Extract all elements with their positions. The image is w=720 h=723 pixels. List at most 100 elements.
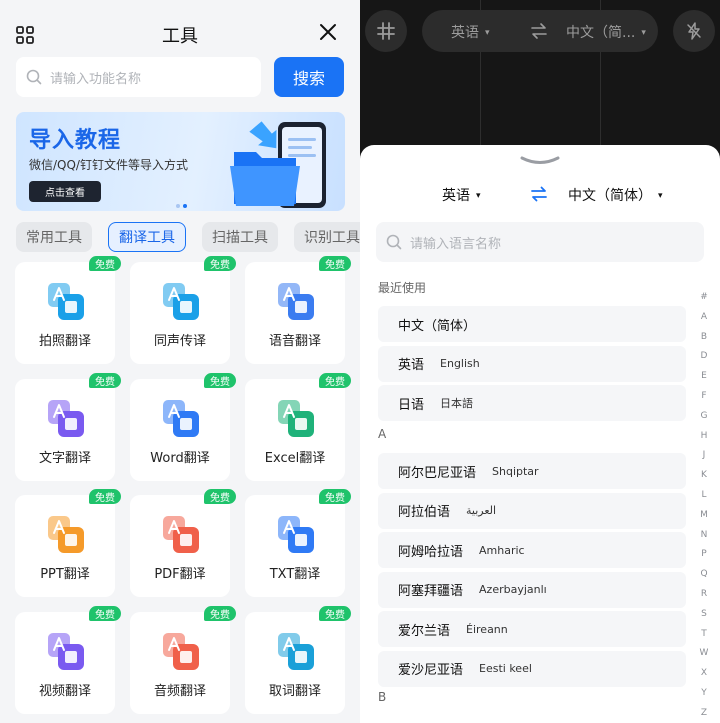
index-letter[interactable]: Z (696, 704, 712, 723)
tool-card-label: PPT翻译 (40, 567, 90, 582)
free-badge: 免费 (204, 489, 236, 504)
index-letter[interactable]: L (696, 486, 712, 506)
txt-translate-icon (278, 516, 314, 553)
index-letter[interactable]: P (696, 545, 712, 565)
free-badge: 免费 (204, 256, 236, 271)
language-name-cn: 阿拉伯语 (398, 505, 451, 520)
camera-translate-icon (48, 283, 84, 320)
search-placeholder: 请输入功能名称 (50, 71, 142, 87)
index-letter[interactable]: M (696, 506, 712, 526)
word-translate-icon (163, 400, 199, 437)
language-switch-bar[interactable]: 英语 ▾ 中文（简... ▾ (422, 10, 658, 52)
language-row[interactable]: 英语 English (378, 345, 686, 382)
flash-off-button[interactable] (673, 10, 715, 52)
chevron-down-icon: ▾ (658, 191, 663, 201)
index-letter[interactable]: # (696, 288, 712, 308)
language-name-native: English (440, 357, 480, 370)
sheet-collapse-handle-icon[interactable] (520, 155, 560, 165)
tab-recognize-tools[interactable]: 识别工具 (294, 222, 360, 252)
alphabet-index[interactable]: # A B D E F G H J K L M N P Q R S T W X Y Z (696, 288, 712, 723)
ppt-translate-icon (48, 516, 84, 553)
language-row[interactable]: 爱沙尼亚语 Eesti keel (378, 650, 686, 687)
language-row[interactable]: 中文（简体） (378, 306, 686, 342)
free-badge: 免费 (319, 256, 351, 271)
topbar-source-lang[interactable]: 英语 ▾ (451, 22, 490, 42)
language-row[interactable]: 阿尔巴尼亚语 Shqiptar (378, 453, 686, 489)
index-letter[interactable]: S (696, 605, 712, 625)
index-letter[interactable]: Y (696, 684, 712, 704)
close-icon[interactable] (318, 22, 338, 42)
simultaneous-interpret-icon (163, 283, 199, 320)
index-letter[interactable]: G (696, 407, 712, 427)
language-name-native: Eesti keel (479, 662, 532, 675)
tool-card[interactable]: 语音翻译 免费 (245, 256, 351, 364)
index-letter[interactable]: N (696, 526, 712, 546)
tool-card[interactable]: 取词翻译 免费 (245, 606, 351, 714)
tab-scan-tools[interactable]: 扫描工具 (202, 222, 278, 252)
index-letter[interactable]: J (696, 446, 712, 466)
language-name-cn: 中文（简体） (398, 318, 477, 334)
grid-toggle-button[interactable] (365, 10, 407, 52)
tool-category-tabs: 常用工具 翻译工具 扫描工具 识别工具 (16, 222, 360, 252)
index-letter[interactable]: D (696, 347, 712, 367)
index-letter[interactable]: W (696, 644, 712, 664)
index-letter[interactable]: X (696, 664, 712, 684)
source-language-selector[interactable]: 英语 ▾ (442, 185, 481, 205)
index-letter[interactable]: K (696, 466, 712, 486)
tool-card-label: 语音翻译 (268, 334, 321, 349)
language-name-cn: 日语 (398, 397, 425, 413)
index-letter[interactable]: R (696, 585, 712, 605)
index-letter[interactable]: A (696, 308, 712, 328)
index-letter[interactable]: B (696, 328, 712, 348)
tool-card[interactable]: 文字翻译 免费 (15, 373, 121, 481)
index-letter[interactable]: Q (696, 565, 712, 585)
language-search-input[interactable]: 请输入语言名称 (376, 222, 704, 262)
tool-card[interactable]: 视频翻译 免费 (15, 606, 121, 714)
tool-card[interactable]: TXT翻译 免费 (245, 489, 351, 597)
hashtag-grid-icon (377, 22, 395, 40)
index-letter[interactable]: H (696, 427, 712, 447)
chevron-down-icon: ▾ (476, 191, 481, 201)
free-badge: 免费 (204, 606, 236, 621)
tab-translate-tools[interactable]: 翻译工具 (108, 222, 186, 252)
index-letter[interactable]: E (696, 367, 712, 387)
voice-translate-icon (278, 283, 314, 320)
language-row[interactable]: 阿拉伯语 العربية (378, 492, 686, 529)
language-search-placeholder: 请输入语言名称 (410, 236, 502, 252)
swap-icon[interactable] (530, 22, 548, 40)
language-row[interactable]: 阿姆哈拉语 Amharic (378, 532, 686, 568)
free-badge: 免费 (89, 606, 121, 621)
language-sheet: 英语 ▾ 中文（简体） ▾ 请输入语言名称 最近使用 中文（简体） 英语 English… (360, 145, 720, 723)
tool-card[interactable]: PPT翻译 免费 (15, 489, 121, 597)
language-row[interactable]: 阿塞拜疆语 Azerbayjanlı (378, 571, 686, 608)
free-badge: 免费 (89, 373, 121, 388)
tool-card-label: PDF翻译 (154, 567, 206, 582)
tool-card[interactable]: 音频翻译 免费 (130, 606, 236, 714)
free-badge: 免费 (89, 489, 121, 504)
chevron-down-icon: ▾ (641, 28, 646, 38)
language-name-cn: 爱沙尼亚语 (398, 663, 464, 678)
topbar-target-lang[interactable]: 中文（简... ▾ (566, 22, 646, 42)
tool-card[interactable]: 同声传译 免费 (130, 256, 236, 364)
search-button[interactable]: 搜索 (274, 57, 344, 97)
tool-card[interactable]: 拍照翻译 免费 (15, 256, 121, 364)
language-name-native: Azerbayjanlı (479, 583, 547, 596)
index-letter[interactable]: T (696, 625, 712, 645)
tool-card-label: 同声传译 (153, 334, 206, 349)
section-letter-b: B (378, 690, 387, 704)
language-row[interactable]: 日语 日本語 (378, 385, 686, 421)
tool-card-label: TXT翻译 (269, 567, 321, 582)
swap-languages-icon[interactable] (531, 186, 547, 202)
folder-phone-illustration-icon (230, 121, 326, 208)
tool-card[interactable]: Word翻译 免费 (130, 373, 236, 481)
index-letter[interactable]: F (696, 387, 712, 407)
tool-card[interactable]: Excel翻译 免费 (245, 373, 351, 481)
target-language-selector[interactable]: 中文（简体） ▾ (568, 185, 663, 205)
tool-search-input[interactable]: 请输入功能名称 (16, 57, 261, 97)
import-tutorial-banner[interactable]: 导入教程 微信/QQ/钉钉文件等导入方式 点击查看 (16, 112, 345, 211)
flash-off-icon (687, 22, 701, 40)
language-row[interactable]: 爱尔兰语 Éireann (378, 611, 686, 647)
banner-view-button[interactable]: 点击查看 (29, 181, 101, 202)
tool-card[interactable]: PDF翻译 免费 (130, 489, 236, 597)
tab-common-tools[interactable]: 常用工具 (16, 222, 92, 252)
